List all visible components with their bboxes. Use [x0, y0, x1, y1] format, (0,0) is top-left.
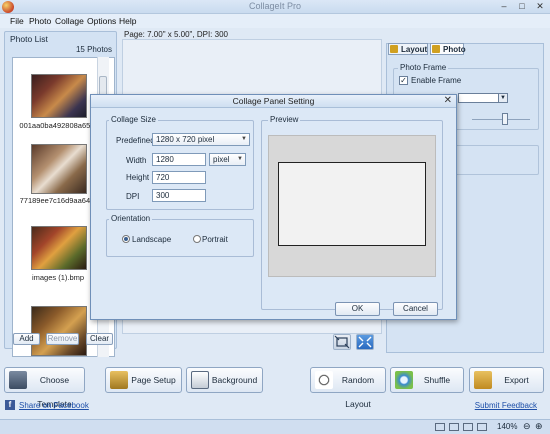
landscape-radio[interactable]	[122, 235, 130, 243]
expand-view-icon[interactable]	[356, 334, 374, 350]
layout-tab-icon	[390, 45, 398, 53]
preview-canvas	[278, 162, 426, 246]
page-info-text: Page: 7.00" x 5.00", DPI: 300	[124, 30, 228, 39]
orientation-label: Orientation	[109, 214, 153, 223]
shuffle-icon	[395, 371, 413, 389]
zoom-level: 140%	[497, 422, 518, 431]
dialog-title: Collage Panel Setting	[232, 96, 315, 106]
view-icon-4[interactable]	[477, 423, 487, 431]
submit-feedback-link[interactable]: Submit Feedback	[475, 401, 537, 410]
chevron-down-icon: ▼	[237, 156, 243, 162]
add-photo-button[interactable]: Add	[13, 333, 40, 345]
unit-dropdown[interactable]: pixel ▼	[209, 153, 246, 166]
height-input[interactable]: 720	[152, 171, 206, 184]
menu-options[interactable]: Options	[87, 16, 116, 26]
collage-size-label: Collage Size	[109, 115, 158, 124]
page-setup-icon	[110, 371, 128, 389]
window-title: CollageIt Pro	[248, 1, 302, 11]
maximize-button[interactable]: □	[514, 0, 530, 12]
view-icon-2[interactable]	[449, 423, 459, 431]
predefined-label: Predefined	[116, 136, 155, 145]
close-window-button[interactable]: ✕	[532, 0, 548, 12]
menu-collage[interactable]: Collage	[55, 16, 84, 26]
unit-value: pixel	[213, 155, 230, 164]
enable-frame-label: Enable Frame	[411, 76, 462, 85]
shuffle-button[interactable]: Shuffle	[390, 367, 464, 393]
dialog-title-bar: Collage Panel Setting ✕	[91, 95, 456, 108]
menu-photo[interactable]: Photo	[29, 16, 51, 26]
background-button[interactable]: Background	[186, 367, 263, 393]
view-icon-3[interactable]	[463, 423, 473, 431]
landscape-label: Landscape	[132, 235, 172, 244]
photo-thumbnail[interactable]	[31, 226, 87, 270]
menu-file[interactable]: File	[10, 16, 24, 26]
zoom-out-icon[interactable]: ⊖	[523, 421, 531, 432]
frame-color-picker[interactable]: ▼	[458, 93, 508, 103]
photo-caption: 77189ee7c16d9aa64...	[19, 196, 97, 205]
export-button[interactable]: Export	[469, 367, 544, 393]
photo-frame-label: Photo Frame	[398, 63, 449, 72]
frame-width-slider[interactable]	[472, 119, 530, 120]
width-label: Width	[126, 156, 147, 165]
menu-bar: File Photo Collage Options Help	[0, 14, 550, 28]
dpi-label: DPI	[126, 192, 140, 201]
photo-thumbnail[interactable]	[31, 306, 87, 356]
photo-list-title: Photo List	[10, 34, 48, 44]
photo-tab-icon	[432, 45, 440, 53]
color-dropdown-icon: ▼	[498, 94, 507, 102]
background-icon	[191, 371, 209, 389]
export-icon	[474, 371, 492, 389]
view-icon-1[interactable]	[435, 423, 445, 431]
ok-button[interactable]: OK	[335, 302, 380, 316]
chevron-down-icon: ▼	[241, 136, 247, 142]
remove-photo-button[interactable]: Remove	[46, 333, 79, 345]
dice-icon	[315, 371, 333, 389]
photo-caption: images (1).bmp	[31, 273, 85, 282]
dpi-input[interactable]: 300	[152, 189, 206, 202]
template-icon	[9, 371, 27, 389]
width-input[interactable]: 1280	[152, 153, 206, 166]
photo-count: 15 Photos	[75, 45, 112, 54]
preview-label: Preview	[268, 115, 301, 124]
fit-view-icon[interactable]	[333, 334, 351, 350]
menu-help[interactable]: Help	[119, 16, 136, 26]
height-label: Height	[126, 173, 150, 182]
zoom-in-icon[interactable]: ⊕	[535, 421, 543, 432]
page-setup-button[interactable]: Page Setup	[105, 367, 182, 393]
cancel-button[interactable]: Cancel	[393, 302, 438, 316]
share-facebook-link[interactable]: Share on Facebook	[19, 401, 89, 410]
slider-handle[interactable]	[502, 113, 508, 125]
random-layout-button[interactable]: Random Layout	[310, 367, 386, 409]
predefined-size-value: 1280 x 720 pixel	[156, 135, 215, 144]
photo-caption: 001aa0ba492808a65...	[19, 121, 97, 130]
predefined-size-dropdown[interactable]: 1280 x 720 pixel ▼	[152, 133, 250, 146]
collage-panel-setting-dialog: Collage Panel Setting ✕ Collage Size Pre…	[90, 94, 457, 320]
dialog-close-icon[interactable]: ✕	[444, 95, 452, 106]
photo-thumbnail[interactable]	[31, 144, 87, 194]
portrait-radio[interactable]	[193, 235, 201, 243]
photo-thumbnail[interactable]	[31, 74, 87, 118]
choose-template-button[interactable]: Choose Template	[4, 367, 85, 409]
portrait-label: Portrait	[202, 235, 228, 244]
status-bar: 140% ⊖ ⊕	[0, 419, 550, 434]
preview-area	[268, 135, 436, 277]
clear-photos-button[interactable]: Clear	[86, 333, 113, 345]
minimize-button[interactable]: –	[496, 0, 512, 12]
facebook-icon: f	[5, 400, 15, 410]
enable-frame-checkbox[interactable]: ✓	[399, 76, 408, 85]
title-bar: CollageIt Pro – □ ✕	[0, 0, 550, 14]
